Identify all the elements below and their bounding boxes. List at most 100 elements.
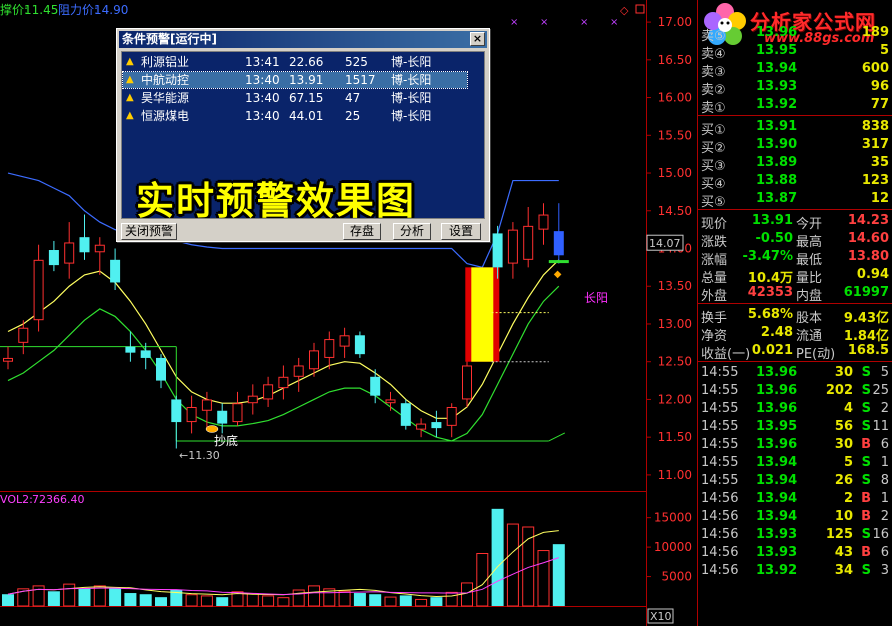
- alert-name: 恒源煤电: [141, 109, 190, 123]
- buy-price: 13.88: [756, 173, 798, 188]
- save-button[interactable]: 存盘: [343, 223, 381, 240]
- tick-count: 5: [880, 365, 889, 380]
- price-axis-label: 14.50: [658, 204, 692, 218]
- tick-time: 14:55: [701, 383, 739, 398]
- box-icon[interactable]: [635, 4, 645, 14]
- sell-qty: 189: [861, 25, 889, 40]
- tick-count: 1: [880, 455, 889, 470]
- candle-body: [33, 259, 44, 321]
- alert-time: 13:40: [245, 91, 280, 105]
- alert-row[interactable]: ▲ 利源铝业 13:41 22.66 525 博-长阳: [123, 54, 467, 70]
- analyze-button[interactable]: 分析: [393, 223, 431, 240]
- stat-value: 2.48: [760, 325, 793, 340]
- candle-body: [278, 376, 289, 389]
- dialog-title[interactable]: 条件预警[运行中] ×: [119, 31, 487, 48]
- tick-volume: 26: [834, 473, 853, 488]
- stat-value: 42353: [747, 285, 793, 300]
- candle-body: [48, 250, 59, 266]
- tick-row: 14:55 13.96 30 B 6: [698, 436, 892, 454]
- candle-body: [156, 357, 166, 381]
- buy-qty: 35: [870, 155, 889, 170]
- close-alert-button[interactable]: 关闭预警: [121, 223, 177, 240]
- sell-price: 13.96: [756, 25, 798, 40]
- candle-body: [538, 214, 549, 230]
- candle-body: [416, 423, 427, 430]
- tick-count: 16: [872, 527, 889, 542]
- tick-row: 14:56 13.92 34 S 3: [698, 562, 892, 580]
- tick-row: 14:56 13.93 125 S 16: [698, 526, 892, 544]
- tick-side: S: [861, 419, 871, 434]
- tick-price: 13.93: [756, 545, 798, 560]
- tick-time: 14:55: [701, 419, 739, 434]
- sell-qty: 600: [861, 61, 889, 76]
- tick-side: S: [861, 563, 871, 578]
- alert-name: 利源铝业: [141, 55, 190, 69]
- support-value: 11.45: [24, 3, 58, 17]
- price-axis-label: 17.00: [658, 15, 692, 29]
- stat-label: 外盘: [701, 289, 728, 304]
- close-icon[interactable]: ×: [470, 32, 485, 46]
- buy-bottom-label: 抄底: [214, 433, 238, 448]
- tick-time: 14:55: [701, 365, 739, 380]
- candle-body: [79, 237, 90, 253]
- divider: [698, 115, 892, 116]
- sell-price: 13.94: [756, 61, 798, 76]
- candle-body: [232, 403, 243, 423]
- buy-qty: 12: [870, 191, 889, 206]
- tick-volume: 5: [843, 455, 853, 470]
- price-axis-label: 15.00: [658, 166, 692, 180]
- tick-volume: 2: [843, 491, 853, 506]
- tick-side: S: [861, 365, 871, 380]
- volume-bar: [124, 593, 137, 606]
- stat-row: 总量 10.4万 量比 0.94: [698, 266, 892, 286]
- alert-list: ▲ 利源铝业 13:41 22.66 525 博-长阳 ▲ 中航动控 13:40 13.91 151…: [121, 51, 485, 219]
- volume-axis-label: 10000: [654, 540, 692, 554]
- orderbook-buy-row: 买① 13.91 838: [698, 118, 892, 138]
- tick-price: 13.95: [756, 419, 798, 434]
- magenta-mark: ×: [580, 17, 588, 28]
- volume-bar: [338, 590, 351, 607]
- orderbook-buy-row: 买⑤ 13.87 12: [698, 190, 892, 210]
- candle-body: [446, 406, 457, 426]
- volume-bar: [292, 589, 305, 607]
- magenta-mark: ×: [610, 17, 618, 28]
- magenta-mark: ×: [540, 17, 548, 28]
- candle-body: [507, 229, 518, 264]
- stat-value: 14.23: [847, 213, 889, 228]
- alert-up-icon: ▲: [126, 56, 134, 67]
- volume-bar: [262, 595, 275, 607]
- orderbook-buy-row: 买③ 13.89 35: [698, 154, 892, 174]
- sell-price: 13.95: [756, 43, 798, 58]
- tick-side: S: [861, 473, 871, 488]
- candle-body: [263, 384, 274, 400]
- buy-price: 13.90: [756, 137, 798, 152]
- stat-value: -0.50: [755, 231, 793, 246]
- settings-button[interactable]: 设置: [441, 223, 481, 240]
- volume-label: VOL2:: [0, 493, 33, 506]
- stat-value: 13.91: [751, 213, 793, 228]
- tick-volume: 125: [825, 527, 853, 542]
- tick-price: 13.96: [756, 383, 798, 398]
- tick-volume: 43: [834, 545, 853, 560]
- diamond-icon[interactable]: ◇: [620, 4, 629, 17]
- tick-row: 14:55 13.96 4 S 2: [698, 400, 892, 418]
- alert-up-icon: ▲: [126, 74, 134, 85]
- candle-body: [293, 365, 304, 377]
- volume-bar: [47, 591, 60, 606]
- volume-axis-label: 15000: [654, 511, 692, 525]
- tick-volume: 202: [825, 383, 853, 398]
- volume-value: 72366.40: [32, 493, 85, 506]
- orderbook-buy-row: 买② 13.90 317: [698, 136, 892, 156]
- alert-row[interactable]: ▲ 中航动控 13:40 13.91 1517 博-长阳: [122, 71, 468, 89]
- tick-price: 13.94: [756, 455, 798, 470]
- alert-price: 22.66: [289, 55, 324, 69]
- volume-bar: [277, 597, 290, 607]
- alert-row[interactable]: ▲ 恒源煤电 13:40 44.01 25 博-长阳: [123, 108, 467, 124]
- alert-row[interactable]: ▲ 昊华能源 13:40 67.15 47 博-长阳: [123, 90, 467, 106]
- tick-row: 14:56 13.93 43 B 6: [698, 544, 892, 562]
- volume-bar: [353, 593, 366, 606]
- candle-body: [201, 399, 212, 411]
- magenta-mark: ×: [510, 17, 518, 28]
- candle-body: [492, 233, 503, 268]
- stat-value: 61997: [843, 285, 889, 300]
